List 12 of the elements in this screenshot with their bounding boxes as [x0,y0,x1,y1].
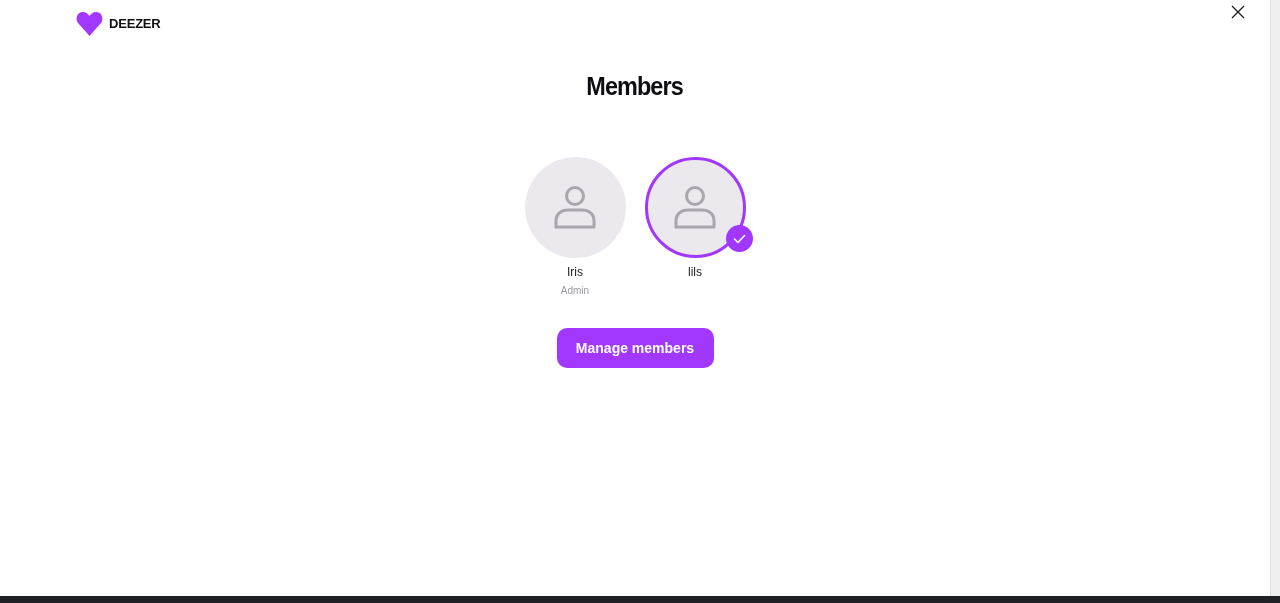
logo-text: DEEZER [109,14,161,33]
close-button[interactable] [1230,4,1245,19]
person-icon [673,184,717,231]
check-badge-icon [725,225,753,252]
heart-logo-icon [76,10,103,37]
member-role: Admin [560,285,590,297]
close-icon [1230,4,1245,19]
member-name: Iris [567,264,583,280]
member-name: lils [688,264,702,280]
page-title: Members [586,70,684,102]
person-icon [553,184,597,231]
manage-members-button[interactable]: Manage members [556,328,714,368]
